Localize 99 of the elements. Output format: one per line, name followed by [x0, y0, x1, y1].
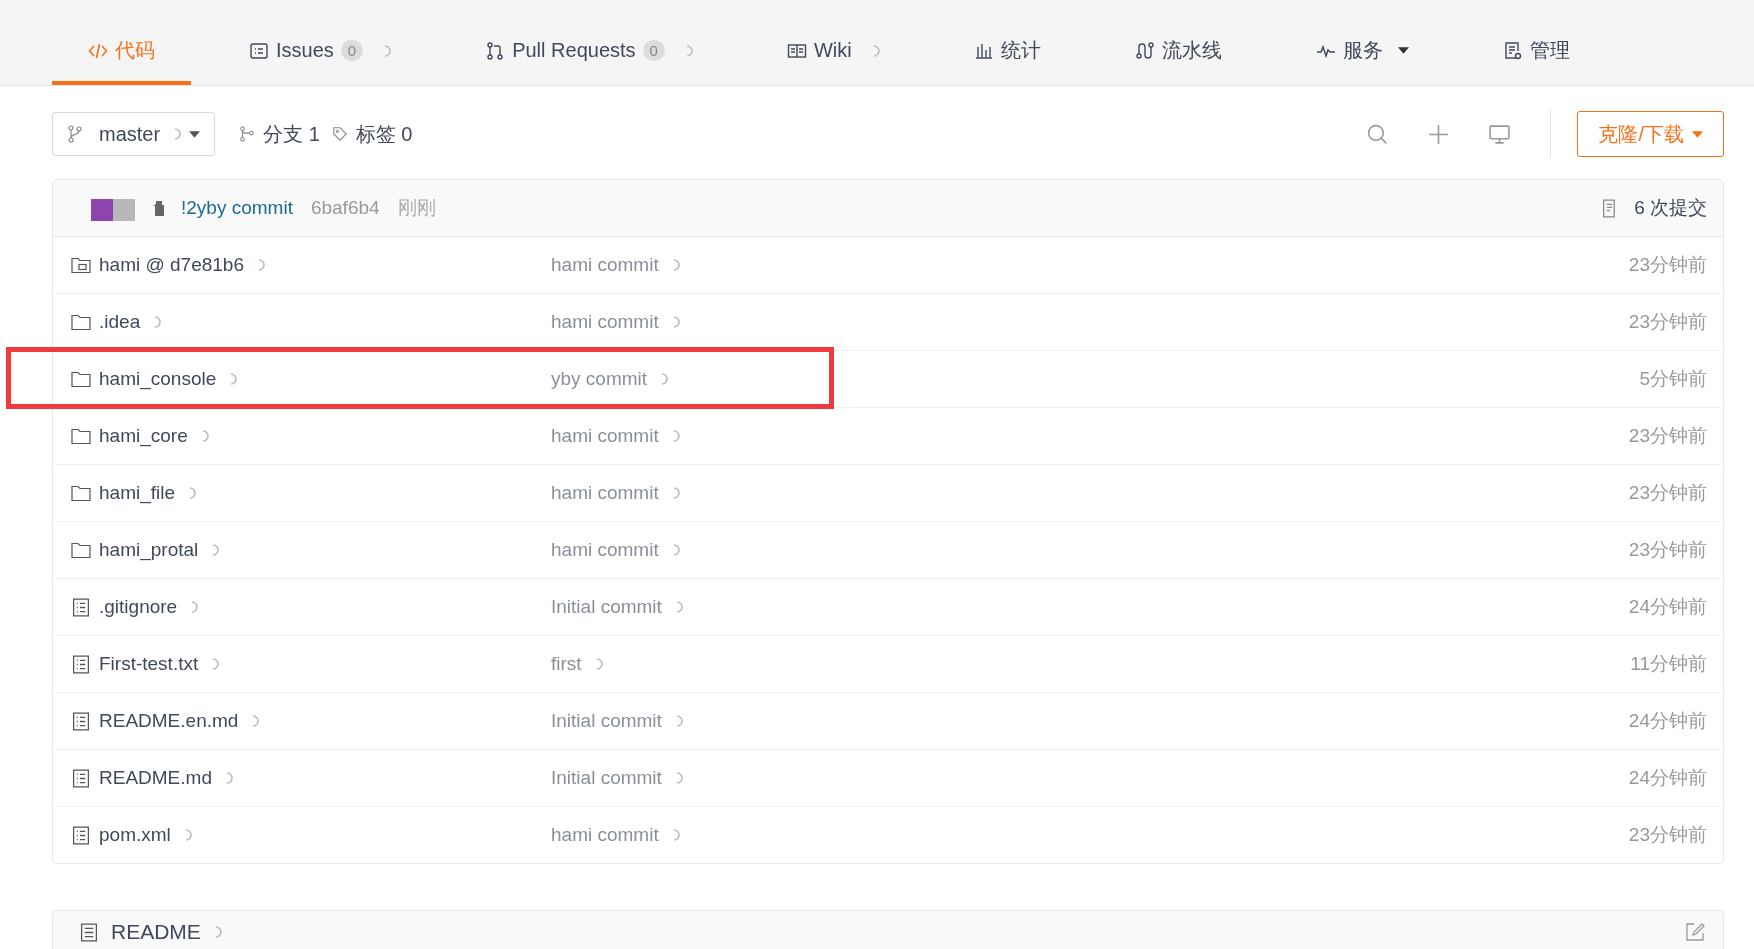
folder-icon: [71, 312, 91, 332]
spinner-icon: [225, 772, 233, 784]
folder-icon: [71, 540, 91, 560]
spinner-icon: [212, 658, 220, 670]
file-icon: [71, 825, 91, 845]
commit-time: 23分钟前: [1628, 310, 1707, 334]
file-name-link[interactable]: .idea: [99, 311, 141, 333]
file-name-link[interactable]: hami_console: [99, 368, 217, 390]
tab-label: Pull Requests: [512, 39, 636, 62]
file-name-link[interactable]: pom.xml: [99, 824, 171, 846]
commit-time: 5分钟前: [1639, 367, 1707, 391]
repo-tab[interactable]: 流水线: [1098, 20, 1258, 85]
commit-message-link[interactable]: !2yby commit: [181, 197, 293, 219]
commit-time: 11分钟前: [1630, 652, 1707, 676]
tab-icon: [485, 40, 506, 61]
repo-tab[interactable]: Issues 0: [213, 20, 428, 85]
spinner-icon: [252, 715, 260, 727]
file-name-link[interactable]: First-test.txt: [99, 653, 199, 675]
branch-icon: [67, 125, 83, 143]
commit-time: 24分钟前: [1628, 595, 1707, 619]
count-badge: 0: [340, 40, 364, 61]
tab-label: 管理: [1529, 38, 1570, 63]
file-name-link[interactable]: hami_file: [99, 482, 176, 504]
spinner-icon: [672, 829, 680, 841]
spinner-icon: [214, 926, 222, 938]
monitor-icon[interactable]: [1488, 122, 1512, 146]
branches-link[interactable]: 分支 1: [239, 120, 320, 148]
repo-tab[interactable]: Pull Requests 0: [449, 20, 729, 85]
folder-icon: [71, 426, 91, 446]
file-icon: [71, 768, 91, 788]
search-icon[interactable]: [1366, 122, 1390, 146]
caret-icon: [189, 130, 201, 138]
commit-time: 23分钟前: [1628, 253, 1707, 277]
spinner-icon: [685, 44, 693, 57]
spinner-icon: [230, 373, 238, 385]
submodule-folder-icon: [71, 255, 91, 275]
branch-dropdown[interactable]: master: [52, 112, 216, 156]
spinner-icon: [384, 44, 392, 57]
folder-icon: [71, 483, 91, 503]
repo-tab[interactable]: 管理: [1466, 20, 1606, 85]
spinner-icon: [184, 829, 192, 841]
tab-label: Wiki: [813, 39, 852, 62]
commit-time: 23分钟前: [1628, 481, 1707, 505]
spinner-icon: [258, 259, 265, 271]
spinner-icon: [189, 487, 197, 499]
folder-icon: [71, 369, 91, 389]
spinner-icon: [872, 44, 880, 57]
file-icon: [71, 597, 91, 617]
tag-icon: [331, 125, 348, 143]
tab-label: 服务: [1342, 38, 1383, 63]
file-name-link[interactable]: .gitignore: [99, 596, 178, 618]
caret-icon: [1397, 47, 1409, 54]
tab-label: 代码: [115, 38, 155, 63]
file-icon: [71, 654, 91, 674]
tab-label: 流水线: [1161, 38, 1222, 63]
spinner-icon: [675, 715, 683, 727]
repo-tab[interactable]: 服务: [1279, 20, 1445, 85]
spinner-icon: [672, 544, 680, 556]
spinner-icon: [675, 601, 683, 613]
commit-count-link[interactable]: 6 次提交: [1600, 195, 1707, 221]
commit-time: 23分钟前: [1628, 823, 1707, 847]
edit-icon[interactable]: [1685, 922, 1705, 942]
commit-time: 23分钟前: [1628, 424, 1707, 448]
spinner-icon: [595, 658, 603, 670]
spinner-icon: [201, 430, 209, 442]
file-name-link[interactable]: README.md: [99, 767, 212, 789]
file-icon: [79, 922, 99, 942]
spinner-icon: [191, 601, 199, 613]
repo-tab[interactable]: 统计: [937, 20, 1077, 85]
file-name-link[interactable]: hami @ d7e81b6: [99, 254, 244, 276]
spinner-icon: [672, 487, 680, 499]
commit-time: 24分钟前: [1628, 709, 1707, 733]
caret-icon: [1692, 130, 1703, 138]
commit-time: 23分钟前: [1628, 538, 1707, 562]
tab-icon: [249, 40, 269, 61]
tab-label: 统计: [1000, 38, 1041, 63]
spinner-icon: [672, 259, 680, 271]
file-name-link[interactable]: hami_core: [99, 425, 188, 447]
tab-icon: [1502, 40, 1523, 61]
commit-time: 24分钟前: [1628, 766, 1707, 790]
plus-icon[interactable]: [1427, 122, 1451, 146]
spinner-icon: [212, 544, 220, 556]
tab-icon: [1134, 40, 1155, 61]
spinner-icon: [661, 373, 669, 385]
file-name-link[interactable]: README.en.md: [99, 710, 239, 732]
file-name-link[interactable]: hami_protal: [99, 539, 199, 561]
branch-icon: [239, 125, 256, 143]
count-badge: 0: [642, 40, 665, 61]
repo-tab[interactable]: Wiki: [750, 20, 916, 85]
readme-title: README: [111, 920, 201, 944]
commit-time: 刚刚: [397, 196, 436, 220]
spinner-icon: [672, 316, 680, 328]
spinner-icon: [675, 772, 683, 784]
tab-label: Issues: [276, 39, 334, 62]
tags-link[interactable]: 标签 0: [331, 120, 413, 148]
spinner-icon: [174, 128, 182, 140]
file-icon: [71, 711, 91, 731]
spinner-icon: [672, 430, 680, 442]
spinner-icon: [154, 316, 162, 328]
